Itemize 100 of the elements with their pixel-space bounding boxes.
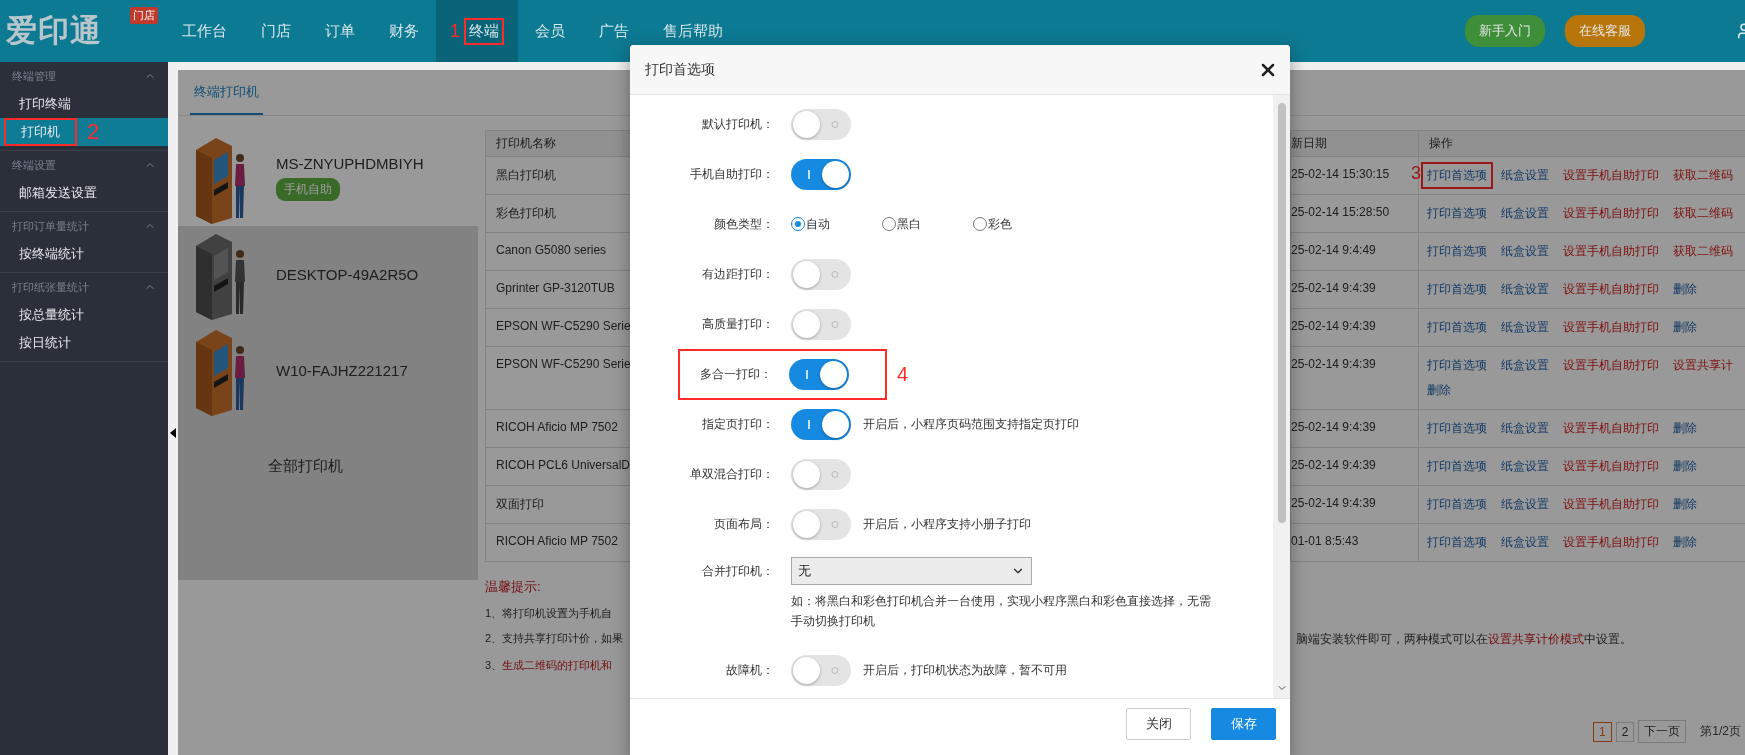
dialog-title: 打印首选项: [645, 60, 715, 79]
page-button[interactable]: 2: [1615, 721, 1635, 742]
nav-link[interactable]: 会员: [532, 19, 568, 43]
action-link[interactable]: 打印首选项: [1427, 357, 1487, 374]
action-link[interactable]: 设置手机自助打印: [1563, 205, 1659, 222]
action-link[interactable]: 删除: [1673, 458, 1697, 475]
action-link[interactable]: 打印首选项: [1427, 281, 1487, 298]
action-link[interactable]: 打印首选项: [1427, 243, 1487, 260]
terminal-name: DESKTOP-49A2R5O: [276, 265, 419, 283]
action-link[interactable]: 设置手机自助打印: [1563, 458, 1659, 475]
toggle-switch[interactable]: [791, 458, 851, 490]
terminal-item[interactable]: DESKTOP-49A2R5O: [178, 226, 478, 322]
action-link[interactable]: 打印首选项: [1427, 534, 1487, 551]
next-page-button[interactable]: 下一页: [1638, 720, 1687, 743]
action-link[interactable]: 删除: [1673, 319, 1697, 336]
toggle-switch[interactable]: [791, 108, 851, 140]
nav-link[interactable]: 工作台: [179, 19, 230, 43]
action-link[interactable]: 纸盒设置: [1501, 357, 1549, 374]
header-button[interactable]: 新手入门: [1465, 15, 1545, 47]
action-link[interactable]: 删除: [1427, 382, 1451, 399]
sidebar-item[interactable]: 按总量统计: [4, 303, 99, 327]
sidebar-item[interactable]: 邮箱发送设置: [4, 181, 112, 205]
action-link[interactable]: 设置手机自助打印: [1563, 420, 1659, 437]
action-link[interactable]: 设置手机自助打印: [1563, 534, 1659, 551]
action-link[interactable]: 设置手机自助打印: [1563, 357, 1659, 374]
action-link[interactable]: 打印首选项: [1427, 496, 1487, 513]
toggle-switch[interactable]: [791, 408, 851, 440]
action-link[interactable]: 设置手机自助打印: [1563, 243, 1659, 260]
action-link[interactable]: 删除: [1673, 534, 1697, 551]
nav-link[interactable]: 财务: [386, 19, 422, 43]
action-link[interactable]: 获取二维码: [1673, 167, 1733, 184]
table-header-cell: 操作: [1418, 130, 1745, 157]
field-label: 合并打印机：: [701, 563, 774, 580]
toggle-switch[interactable]: [791, 308, 851, 340]
action-link[interactable]: 设置手机自助打印: [1563, 281, 1659, 298]
field-note: 开启后，打印机状态为故障，暂不可用: [863, 661, 1067, 679]
action-link[interactable]: 纸盒设置: [1501, 420, 1549, 437]
action-link[interactable]: 打印首选项: [1427, 420, 1487, 437]
field-label: 故障机：: [725, 661, 774, 679]
action-link[interactable]: 删除: [1673, 420, 1697, 437]
toggle-switch[interactable]: [789, 358, 849, 390]
page-button[interactable]: 1: [1592, 721, 1612, 742]
action-link[interactable]: 删除: [1673, 496, 1697, 513]
sidebar-item[interactable]: 按终端统计: [4, 242, 99, 266]
action-link[interactable]: 打印首选项: [1427, 205, 1487, 222]
nav-link[interactable]: 售后帮助: [660, 19, 726, 43]
sidebar-item[interactable]: 打印机: [4, 118, 77, 146]
terminal-item[interactable]: 全部打印机: [178, 418, 478, 514]
nav-link[interactable]: 终端: [464, 17, 504, 45]
action-link[interactable]: 纸盒设置: [1501, 458, 1549, 475]
tab[interactable]: 终端打印机: [190, 70, 263, 115]
settings-link[interactable]: 设置共享计价模式: [1488, 632, 1584, 646]
printer-select[interactable]: 无: [791, 557, 1032, 585]
sidebar-item[interactable]: 打印终端: [4, 92, 86, 116]
scrollbar[interactable]: [1273, 95, 1290, 698]
terminal-name: MS-ZNYUPHDMBIYH: [276, 155, 424, 172]
circle-icon: [831, 665, 839, 675]
terminal-item[interactable]: MS-ZNYUPHDMBIYH 手机自助: [178, 130, 478, 226]
action-link[interactable]: 获取二维码: [1673, 243, 1733, 260]
table-header-cell: 新日期: [1290, 130, 1419, 157]
field-note: 开启后，小程序支持小册子打印: [863, 515, 1031, 533]
action-link[interactable]: 删除: [1673, 281, 1697, 298]
field-hint: 如：将黑白和彩色打印机合并一台使用，实现小程序黑白和彩色直接选择，无需手动切换打印机: [791, 593, 1212, 630]
sidebar-item[interactable]: 按日统计: [4, 331, 86, 355]
field-note: 开启后，小程序页码范围支持指定页打印: [863, 415, 1079, 433]
radio-label: 自动: [806, 215, 830, 233]
action-link[interactable]: 纸盒设置: [1501, 319, 1549, 336]
action-link[interactable]: 纸盒设置: [1501, 243, 1549, 260]
save-button[interactable]: 保存: [1211, 708, 1276, 740]
terminal-item[interactable]: W10-FAJHZ221217: [178, 322, 478, 418]
action-link[interactable]: 获取二维码: [1673, 205, 1733, 222]
action-link[interactable]: 纸盒设置: [1501, 496, 1549, 513]
action-link[interactable]: 打印首选项: [1427, 319, 1487, 336]
header-button[interactable]: 在线客服: [1565, 15, 1645, 47]
action-link[interactable]: 纸盒设置: [1501, 534, 1549, 551]
action-link[interactable]: 设置共享计: [1673, 357, 1733, 374]
toggle-switch[interactable]: [791, 508, 851, 540]
action-link[interactable]: 设置手机自助打印: [1563, 496, 1659, 513]
circle-icon: [831, 519, 839, 529]
action-link[interactable]: 纸盒设置: [1501, 281, 1549, 298]
nav-link[interactable]: 广告: [596, 19, 632, 43]
radio-label: 黑白: [897, 215, 921, 233]
toggle-switch[interactable]: [791, 654, 851, 686]
radio-label: 彩色: [988, 215, 1012, 233]
tip-text: 脑端安装软件即可，两种模式可以在设置共享计价模式中设置。: [1296, 631, 1632, 648]
collapse-arrow-icon[interactable]: [170, 428, 176, 438]
toggle-switch[interactable]: [791, 158, 851, 190]
nav-link[interactable]: 门店: [258, 19, 294, 43]
action-link[interactable]: 纸盒设置: [1501, 205, 1549, 222]
action-link[interactable]: 打印首选项: [1427, 458, 1487, 475]
action-link[interactable]: 纸盒设置: [1501, 167, 1549, 184]
action-link[interactable]: 设置手机自助打印: [1563, 319, 1659, 336]
action-link[interactable]: 设置手机自助打印: [1563, 167, 1659, 184]
cancel-button[interactable]: 关闭: [1126, 708, 1191, 740]
line-icon: [805, 419, 813, 429]
field-label: 有边距打印：: [701, 265, 774, 283]
action-link[interactable]: 打印首选项: [1421, 162, 1493, 189]
field-label: 页面布局：: [713, 515, 774, 533]
toggle-switch[interactable]: [791, 258, 851, 290]
nav-link[interactable]: 订单: [322, 19, 358, 43]
